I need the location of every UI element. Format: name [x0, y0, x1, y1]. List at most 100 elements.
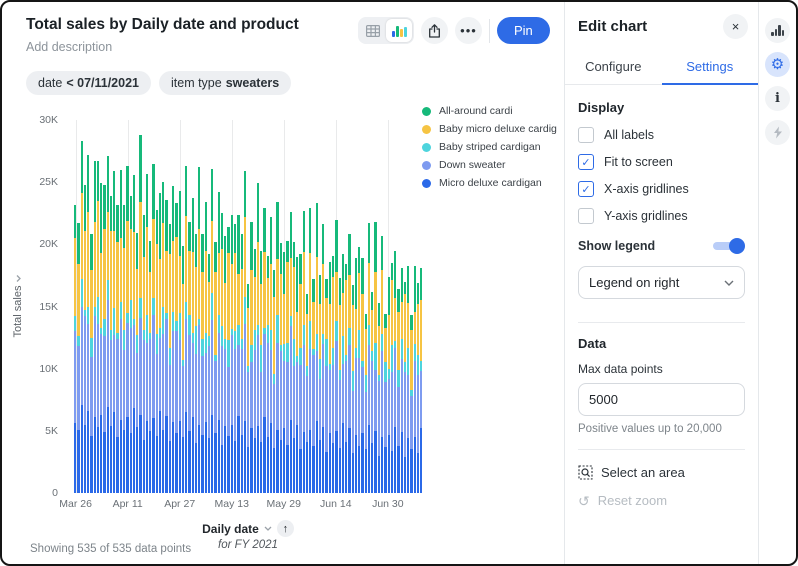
bar[interactable] — [231, 120, 233, 493]
bar[interactable] — [218, 120, 220, 493]
bar-segment[interactable] — [309, 208, 311, 253]
sort-ascending-button[interactable]: ↑ — [277, 520, 294, 537]
bar-segment[interactable] — [247, 372, 249, 447]
bar[interactable] — [290, 120, 292, 493]
bar-segment[interactable] — [273, 297, 275, 374]
bar-segment[interactable] — [175, 203, 177, 237]
bar-segment[interactable] — [116, 242, 118, 333]
bar-segment[interactable] — [218, 192, 220, 253]
bar-segment[interactable] — [110, 196, 112, 231]
pin-button[interactable]: Pin — [497, 17, 550, 44]
bar-segment[interactable] — [208, 346, 210, 438]
bar-segment[interactable] — [241, 349, 243, 435]
bar[interactable] — [237, 120, 239, 493]
bar-segment[interactable] — [306, 442, 308, 493]
bar[interactable] — [270, 120, 272, 493]
bar-segment[interactable] — [234, 349, 236, 441]
bar-segment[interactable] — [257, 335, 259, 426]
bar-segment[interactable] — [404, 294, 406, 362]
bar-segment[interactable] — [136, 427, 138, 493]
bar-segment[interactable] — [342, 293, 344, 337]
bar-segment[interactable] — [267, 437, 269, 493]
bar-segment[interactable] — [290, 316, 292, 326]
bar-segment[interactable] — [221, 445, 223, 493]
bar-segment[interactable] — [270, 330, 272, 350]
bar-segment[interactable] — [371, 443, 373, 493]
bar-segment[interactable] — [113, 335, 115, 412]
bar-segment[interactable] — [107, 407, 109, 493]
display-option-all-labels[interactable]: ✓All labels — [578, 127, 745, 143]
bar-segment[interactable] — [345, 442, 347, 493]
table-view-button[interactable] — [360, 19, 386, 42]
bar-segment[interactable] — [244, 421, 246, 493]
bar-segment[interactable] — [90, 234, 92, 270]
bar-segment[interactable] — [126, 313, 128, 323]
bar-segment[interactable] — [348, 275, 350, 327]
bar-segment[interactable] — [312, 446, 314, 493]
bar-segment[interactable] — [355, 348, 357, 358]
bar-segment[interactable] — [322, 344, 324, 427]
reset-zoom-button[interactable]: ↺ Reset zoom — [578, 493, 745, 508]
bar-segment[interactable] — [143, 330, 145, 340]
bar-segment[interactable] — [195, 234, 197, 266]
bar-segment[interactable] — [169, 224, 171, 254]
bar-segment[interactable] — [355, 309, 357, 348]
bar-segment[interactable] — [414, 312, 416, 344]
bar-segment[interactable] — [100, 415, 102, 493]
bar-segment[interactable] — [401, 359, 403, 432]
bar-segment[interactable] — [205, 333, 207, 353]
bar[interactable] — [152, 120, 154, 493]
bar-segment[interactable] — [397, 312, 399, 370]
bar-segment[interactable] — [133, 175, 135, 232]
bar[interactable] — [250, 120, 252, 493]
bar-segment[interactable] — [286, 343, 288, 363]
bar-segment[interactable] — [391, 280, 393, 345]
bar-segment[interactable] — [149, 431, 151, 493]
bar-segment[interactable] — [267, 278, 269, 325]
bar-segment[interactable] — [152, 164, 154, 220]
bar-segment[interactable] — [371, 361, 373, 443]
bar-segment[interactable] — [280, 243, 282, 274]
bar[interactable] — [188, 120, 190, 493]
bar-segment[interactable] — [342, 364, 344, 424]
display-option-y-axis-gridlines[interactable]: ✓Y-axis gridlines — [578, 208, 745, 224]
bar-segment[interactable] — [126, 166, 128, 221]
max-data-points-input[interactable] — [578, 383, 745, 416]
bar[interactable] — [94, 120, 96, 493]
bar-segment[interactable] — [110, 231, 112, 330]
close-panel-button[interactable]: × — [723, 14, 748, 39]
bar-segment[interactable] — [90, 436, 92, 493]
bar-segment[interactable] — [316, 334, 318, 351]
bar[interactable] — [182, 120, 184, 493]
bar-segment[interactable] — [156, 334, 158, 354]
bar-segment[interactable] — [224, 283, 226, 339]
bar-segment[interactable] — [276, 259, 278, 315]
bar-segment[interactable] — [224, 349, 226, 426]
bar-segment[interactable] — [342, 336, 344, 363]
bar-segment[interactable] — [133, 408, 135, 493]
bar-segment[interactable] — [270, 350, 272, 423]
bar-segment[interactable] — [260, 442, 262, 493]
bar-segment[interactable] — [325, 452, 327, 493]
bar-segment[interactable] — [130, 300, 132, 327]
bar-segment[interactable] — [185, 319, 187, 412]
bar[interactable] — [407, 120, 409, 493]
bar-segment[interactable] — [120, 319, 122, 420]
bar-segment[interactable] — [374, 431, 376, 493]
bar[interactable] — [234, 120, 236, 493]
bar-segment[interactable] — [329, 370, 331, 433]
bar[interactable] — [316, 120, 318, 493]
bar-segment[interactable] — [306, 294, 308, 314]
bar[interactable] — [97, 120, 99, 493]
bar-segment[interactable] — [241, 269, 243, 339]
bar-segment[interactable] — [139, 318, 141, 415]
bar-segment[interactable] — [182, 366, 184, 437]
bar[interactable] — [201, 120, 203, 493]
bar-segment[interactable] — [316, 203, 318, 256]
bar-segment[interactable] — [146, 343, 148, 421]
bar-segment[interactable] — [397, 289, 399, 311]
bar[interactable] — [263, 120, 265, 493]
bar-segment[interactable] — [84, 185, 86, 231]
bar-segment[interactable] — [322, 264, 324, 334]
bar-segment[interactable] — [293, 366, 295, 438]
